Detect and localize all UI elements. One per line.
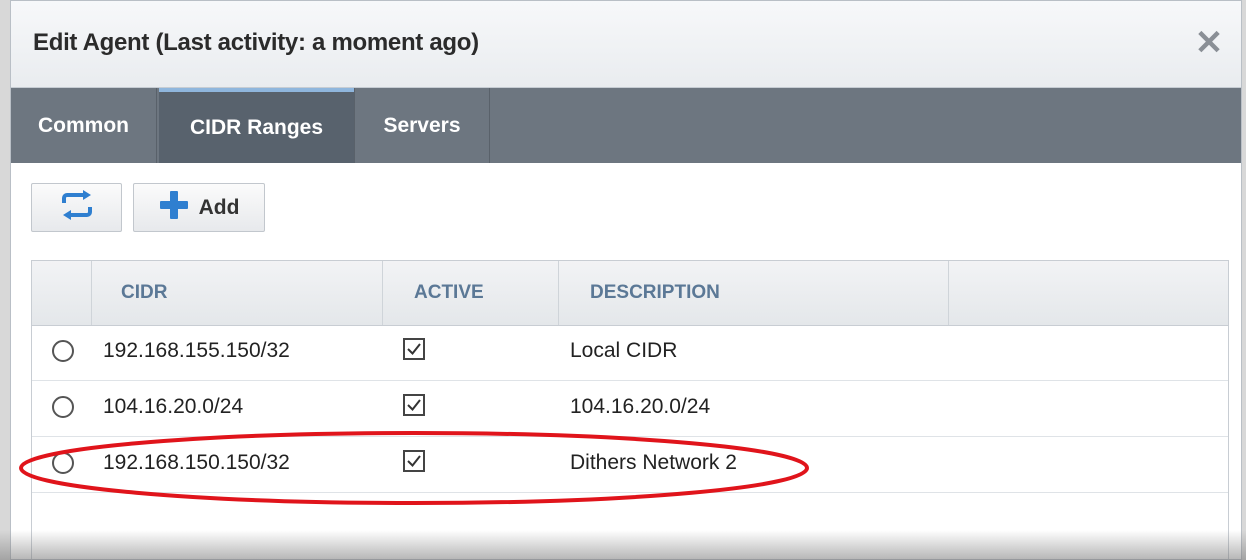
refresh-icon <box>58 189 96 226</box>
add-button-label: Add <box>198 195 240 219</box>
active-checkbox[interactable] <box>403 394 425 416</box>
header-active[interactable]: ACTIVE <box>383 261 559 325</box>
cidr-cell: 192.168.150.150/32 <box>103 451 290 474</box>
grid-header: CIDR ACTIVE DESCRIPTION <box>32 261 1228 326</box>
table-row[interactable]: 104.16.20.0/24 104.16.20.0/24 <box>32 381 1228 437</box>
dialog-title-bar: Edit Agent (Last activity: a moment ago)… <box>11 1 1241 88</box>
plus-icon <box>159 190 189 225</box>
row-select-radio[interactable] <box>52 396 74 418</box>
tab-bar: Common CIDR Ranges Servers <box>11 88 1241 163</box>
header-cidr[interactable]: CIDR <box>92 261 383 325</box>
close-icon[interactable]: ✕ <box>1191 25 1227 61</box>
dialog-title: Edit Agent (Last activity: a moment ago) <box>33 29 479 56</box>
add-button[interactable]: Add <box>133 183 265 232</box>
cidr-cell: 192.168.155.150/32 <box>103 339 290 362</box>
active-checkbox[interactable] <box>403 450 425 472</box>
row-select-radio[interactable] <box>52 452 74 474</box>
header-description[interactable]: DESCRIPTION <box>559 261 949 325</box>
description-cell: Local CIDR <box>570 339 678 362</box>
table-row[interactable]: 192.168.150.150/32 Dithers Network 2 <box>32 437 1228 493</box>
header-select <box>32 261 92 325</box>
refresh-button[interactable] <box>31 183 122 232</box>
description-cell: 104.16.20.0/24 <box>570 395 711 418</box>
tab-cidr-ranges[interactable]: CIDR Ranges <box>159 88 354 163</box>
cidr-grid: CIDR ACTIVE DESCRIPTION 192.168.155.150/… <box>31 260 1229 559</box>
edit-agent-dialog: Edit Agent (Last activity: a moment ago)… <box>10 0 1242 560</box>
row-select-radio[interactable] <box>52 340 74 362</box>
description-cell: Dithers Network 2 <box>570 451 737 474</box>
table-row[interactable]: 192.168.155.150/32 Local CIDR <box>32 325 1228 381</box>
header-spacer <box>949 261 1229 325</box>
tab-servers[interactable]: Servers <box>354 88 490 163</box>
tab-common[interactable]: Common <box>11 88 157 163</box>
cidr-cell: 104.16.20.0/24 <box>103 395 244 418</box>
active-checkbox[interactable] <box>403 338 425 360</box>
